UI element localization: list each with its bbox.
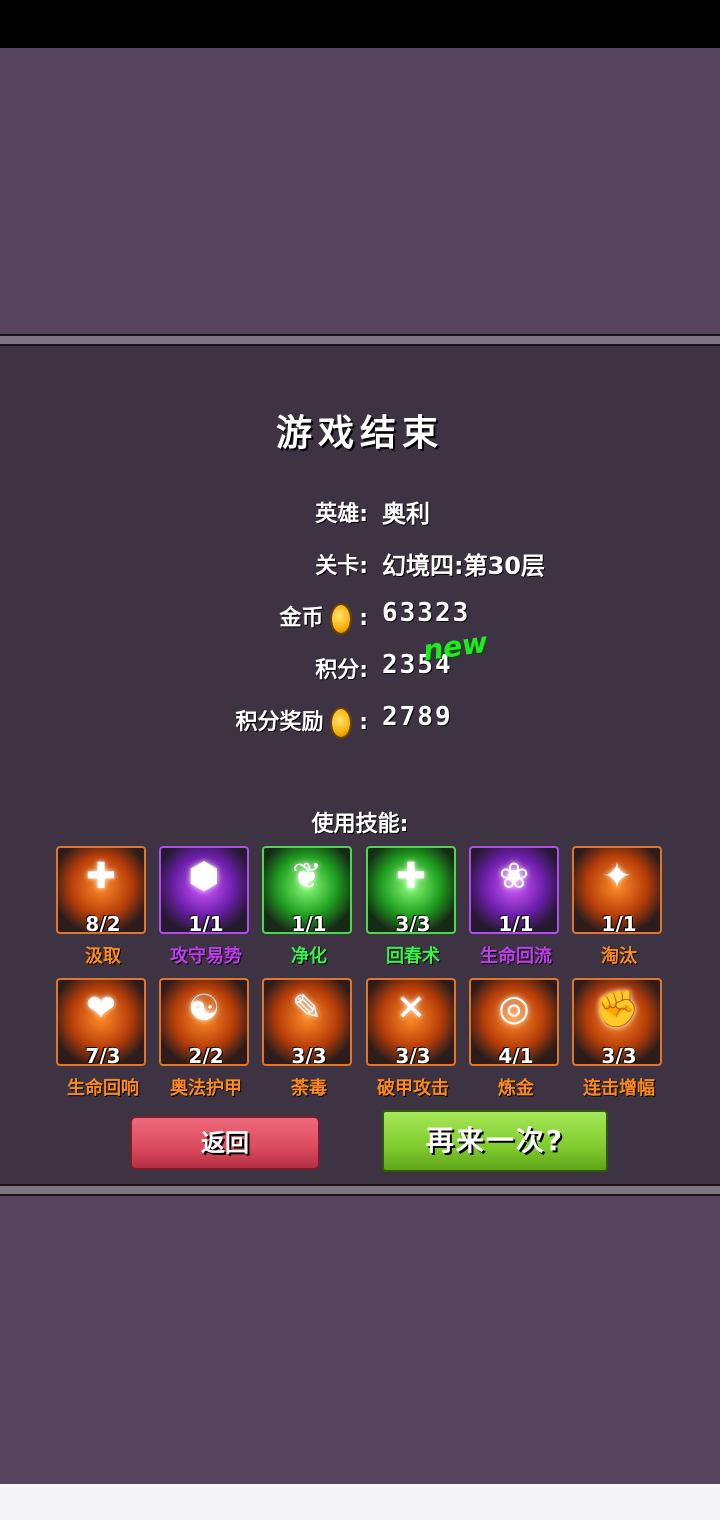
navigation-bar (0, 1484, 720, 1520)
skill-name: 淘汰 (601, 946, 637, 967)
skill-icon[interactable]: ✚ 8/2 (56, 846, 146, 934)
skill-count: 4/1 (498, 1044, 534, 1066)
skill-item[interactable]: ◎ 4/1 炼金 (469, 978, 563, 1099)
status-bar (0, 0, 720, 48)
gold-row: 金币 : 63323 (0, 594, 720, 635)
skill-count: 1/1 (498, 912, 534, 934)
score-row: 积分: 2354 (0, 646, 720, 686)
gold-label: 金币 (279, 606, 324, 631)
skill-count: 3/3 (291, 1044, 327, 1066)
skill-glyph-icon: ✎ (291, 988, 323, 1029)
skill-item[interactable]: ✚ 8/2 汲取 (56, 846, 150, 967)
skill-item[interactable]: ✕ 3/3 破甲攻击 (366, 978, 460, 1099)
reward-value: 2789 (382, 702, 453, 732)
gold-coin-icon (329, 603, 352, 635)
hero-label: 英雄: (315, 502, 368, 527)
skill-item[interactable]: ❤ 7/3 生命回响 (56, 978, 150, 1099)
skill-icon[interactable]: ◎ 4/1 (469, 978, 559, 1066)
skill-icon[interactable]: ❦ 1/1 (262, 846, 352, 934)
panel-bottom-border (0, 1184, 720, 1196)
skill-glyph-icon: ⬢ (188, 856, 220, 897)
skill-glyph-icon: ☯ (187, 988, 221, 1029)
skill-glyph-icon: ❦ (291, 856, 323, 897)
gold-colon: : (359, 606, 368, 631)
skill-glyph-icon: ✕ (395, 988, 427, 1029)
skill-glyph-icon: ✚ (395, 856, 427, 897)
skill-item[interactable]: ✦ 1/1 淘汰 (572, 846, 666, 967)
reward-coin-icon (329, 707, 352, 739)
reward-row: 积分奖励 : 2789 (0, 698, 720, 739)
game-over-panel: 游戏结束 英雄: 奥利 关卡: 幻境四:第30层 金币 : 63323 积分: … (0, 334, 720, 1196)
skill-count: 3/3 (395, 912, 431, 934)
skill-item[interactable]: ✚ 3/3 回春术 (366, 846, 460, 967)
skill-icon[interactable]: ✕ 3/3 (366, 978, 456, 1066)
game-over-title: 游戏结束 (275, 413, 444, 454)
skill-icon[interactable]: ☯ 2/2 (159, 978, 249, 1066)
skill-icon[interactable]: ✦ 1/1 (572, 846, 662, 934)
skill-glyph-icon: ◎ (498, 988, 530, 1029)
skill-count: 3/3 (601, 1044, 637, 1066)
skill-icon[interactable]: ❀ 1/1 (469, 846, 559, 934)
skill-icon[interactable]: ⬢ 1/1 (159, 846, 249, 934)
skill-icon[interactable]: ✚ 3/3 (366, 846, 456, 934)
score-label: 积分: (315, 658, 368, 683)
gold-value: 63323 (382, 598, 471, 628)
hero-row: 英雄: 奥利 (0, 490, 720, 530)
skill-name: 生命回流 (480, 946, 552, 967)
panel-top-border (0, 334, 720, 346)
skill-name: 净化 (291, 946, 327, 967)
skill-item[interactable]: ✎ 3/3 荼毒 (262, 978, 356, 1099)
skill-count: 3/3 (395, 1044, 431, 1066)
skill-name: 破甲攻击 (377, 1078, 449, 1099)
reward-label: 积分奖励 (235, 710, 324, 735)
reward-colon: : (359, 710, 368, 735)
skills-title: 使用技能: (311, 812, 409, 837)
skill-count: 8/2 (85, 912, 121, 934)
skill-item[interactable]: ❀ 1/1 生命回流 (469, 846, 563, 967)
back-button[interactable]: 返回 (130, 1116, 320, 1170)
skill-glyph-icon: ✊ (594, 989, 640, 1030)
skill-name: 连击增幅 (583, 1078, 655, 1099)
skill-glyph-icon: ❀ (498, 856, 530, 897)
stage-row: 关卡: 幻境四:第30层 (0, 542, 720, 582)
stage-value: 幻境四:第30层 (382, 552, 545, 580)
skill-icon[interactable]: ✊ 3/3 (572, 978, 662, 1066)
skill-glyph-icon: ✦ (601, 856, 633, 897)
skill-count: 1/1 (188, 912, 224, 934)
skill-count: 1/1 (291, 912, 327, 934)
skill-icon[interactable]: ❤ 7/3 (56, 978, 146, 1066)
skill-count: 7/3 (85, 1044, 121, 1066)
skill-glyph-icon: ❤ (85, 988, 117, 1029)
skill-icon[interactable]: ✎ 3/3 (262, 978, 352, 1066)
skill-count: 2/2 (188, 1044, 224, 1066)
hero-value: 奥利 (382, 500, 430, 528)
reward-label-group: 积分奖励 : (235, 704, 368, 739)
skill-name: 攻守易势 (170, 946, 242, 967)
skill-glyph-icon: ✚ (85, 856, 117, 897)
skill-item[interactable]: ✊ 3/3 连击增幅 (572, 978, 666, 1099)
skill-item[interactable]: ❦ 1/1 净化 (262, 846, 356, 967)
skill-item[interactable]: ⬢ 1/1 攻守易势 (159, 846, 253, 967)
gold-label-group: 金币 : (279, 600, 368, 635)
skill-name: 生命回响 (67, 1078, 139, 1099)
retry-button[interactable]: 再来一次? (382, 1110, 608, 1172)
stage-label: 关卡: (315, 554, 368, 579)
skill-name: 荼毒 (291, 1078, 327, 1099)
skill-count: 1/1 (601, 912, 637, 934)
skill-item[interactable]: ☯ 2/2 奥法护甲 (159, 978, 253, 1099)
skill-name: 奥法护甲 (170, 1078, 242, 1099)
skill-name: 回春术 (386, 946, 440, 967)
skill-name: 汲取 (85, 946, 121, 967)
skill-name: 炼金 (498, 1078, 534, 1099)
